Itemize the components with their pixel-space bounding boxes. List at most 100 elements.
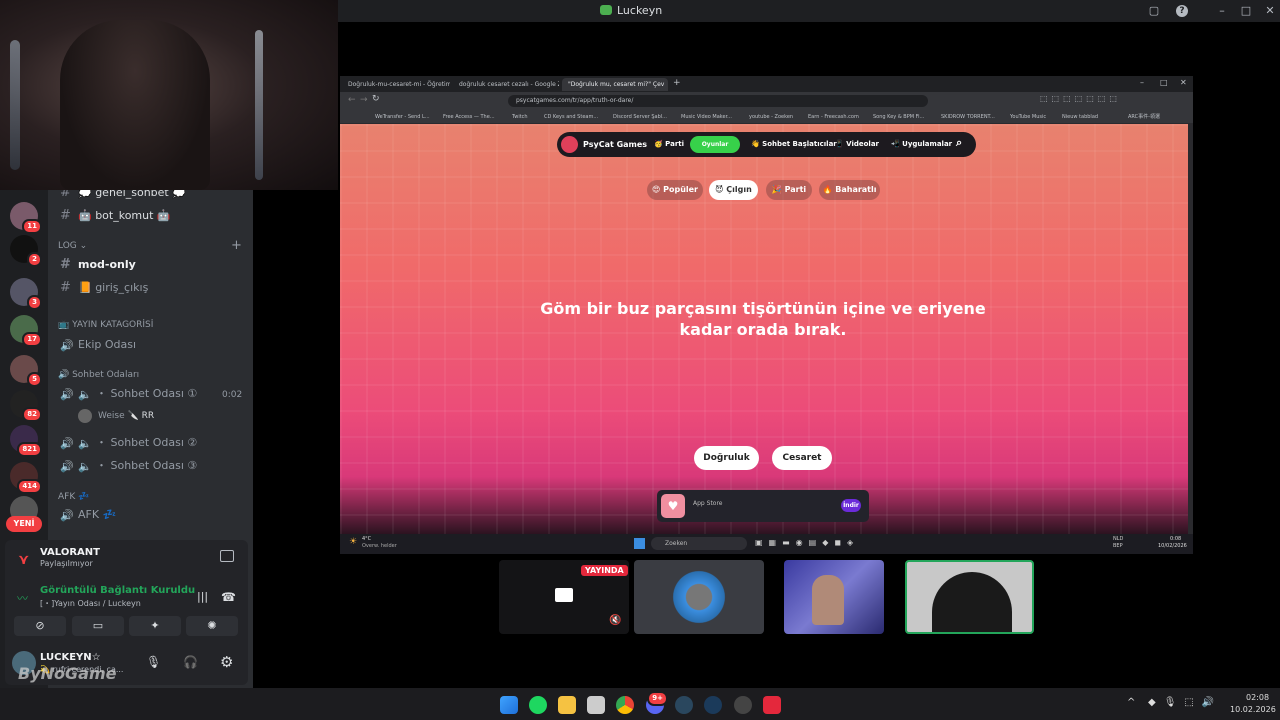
bookmark[interactable]: SKIDROW TORRENT... [941,110,995,124]
bookmark[interactable]: Earn - Freecash.com [808,110,859,124]
chip-populer[interactable]: 😍 Popüler [647,180,703,200]
category-sohbet[interactable]: 🔊 Sohbet Odaları [58,370,139,380]
activities-button[interactable]: ✦ [129,616,181,636]
browser-tab-active[interactable]: "Doğruluk mu, cesaret mi?" Çev [562,78,668,91]
headphones-icon[interactable]: 🎧 [183,655,198,669]
minimize-button[interactable]: – [1214,3,1230,19]
store-icon[interactable] [587,696,605,714]
chip-parti[interactable]: 🎉 Parti [766,180,812,200]
bookmark[interactable]: youtube - Zoeken [749,110,793,124]
nav-videolar[interactable]: 📱 Videolar [835,138,879,151]
camera-off-button[interactable]: ⊘ [14,616,66,636]
stream-tile-camera[interactable] [784,560,884,634]
windows-start-icon[interactable] [500,696,518,714]
minimize-icon[interactable]: – [1140,78,1144,87]
bookmark[interactable]: YouTube Music [1010,110,1046,124]
channel-bot-komut[interactable]: # 🤖 bot_komut 🤖 [60,206,171,226]
bookmark[interactable]: Song Key & BPM Fi... [873,110,924,124]
brand-name[interactable]: PsyCat Games [583,138,647,151]
dare-button[interactable]: Cesaret [772,446,832,470]
bookmark[interactable]: Twitch [512,110,528,124]
forward-icon[interactable]: → [360,95,368,105]
add-channel-icon[interactable]: + [231,238,242,253]
voice-channel-sohbet-2[interactable]: 🔊 🔈 ・ Sohbet Odası ② [60,433,197,453]
server-icon[interactable]: 414 [10,462,42,494]
discord-icon[interactable]: 9+ [646,691,668,714]
voice-channel-ekip[interactable]: 🔊 Ekip Odası [60,335,136,355]
stream-tile-avatar[interactable] [634,560,764,634]
valorant-icon[interactable] [763,696,781,714]
mute-icon[interactable]: 🔇 [609,615,621,626]
noise-suppression-icon[interactable]: ||| [197,590,208,603]
tray-icons[interactable]: ◆🎙⬚🔊 [1148,697,1222,708]
new-tab-icon[interactable]: + [673,78,681,88]
windows-start-icon[interactable] [634,538,645,549]
spotify-icon[interactable] [529,696,547,714]
bookmark[interactable]: Nieuw tabblad [1062,110,1098,124]
microphone-icon[interactable]: 🎙 [146,655,161,669]
stream-tile-screen[interactable]: YAYINDA 🔇 [499,560,629,634]
bookmark[interactable]: Music Video Maker... [681,110,732,124]
new-badge[interactable]: YENİ [6,516,42,532]
maximize-button[interactable]: □ [1238,3,1254,19]
share-screen-icon[interactable] [220,550,234,562]
close-button[interactable]: ✕ [1262,3,1278,19]
screen-share-button[interactable]: ▭ [72,616,124,636]
clock-time[interactable]: 02:08 [1246,693,1269,702]
nav-sohbet[interactable]: 👋 Sohbet Başlatıcılar [751,138,837,151]
tray-chevron-icon[interactable]: ^ [1127,697,1135,708]
stream-tile-speaking[interactable] [905,560,1034,634]
category-yayin[interactable]: 📺 YAYIN KATAGORİSİ [58,320,153,330]
truth-button[interactable]: Doğruluk [694,446,759,470]
bookmark[interactable]: Discord Server Şabl... [613,110,667,124]
extension-icons[interactable]: ⬚⬚⬚⬚⬚⬚⬚ [1040,94,1121,103]
chip-baharatli[interactable]: 🔥 Baharatlı [819,180,880,200]
bookmark[interactable]: WeTransfer - Send L... [375,110,430,124]
reload-icon[interactable]: ↻ [372,94,380,104]
server-icon[interactable]: 82 [10,390,42,422]
download-button[interactable]: İndir [841,499,861,512]
disconnect-icon[interactable]: ☎ [221,590,236,604]
bookmark[interactable]: CD Keys and Steam... [544,110,598,124]
browser-tab[interactable]: doğruluk cesaret cezalı - Google Za [453,78,559,91]
pinned-app-icons[interactable]: ▣▦▬◉▤◆◼◈ [755,538,859,547]
voice-channel-sohbet-1[interactable]: 🔊 🔈 ・ Sohbet Odası ① [60,384,197,404]
steam-alt-icon[interactable] [704,696,722,714]
nav-oyunlar[interactable]: Oyunlar [690,136,740,153]
category-afk[interactable]: AFK 💤 [58,492,89,502]
search-box[interactable]: Zoeken [651,537,747,550]
server-icon[interactable]: 5 [10,355,42,387]
server-icon[interactable]: 2 [10,235,42,267]
chip-cilgin[interactable]: 😈 Çılgın [709,180,758,200]
settings-gear-icon[interactable]: ⚙ [220,653,233,671]
nav-parti[interactable]: 🥳 Parti [654,138,684,151]
nav-uygulamalar[interactable]: 📲 Uygulamalar [891,138,952,151]
category-log[interactable]: LOG ⌄ [58,241,87,251]
maximize-icon[interactable]: □ [1160,78,1168,87]
url-input[interactable]: psycatgames.com/tr/app/truth-or-dare/ [508,95,928,107]
server-icon[interactable]: 3 [10,278,42,310]
close-icon[interactable]: ✕ [1180,78,1187,87]
app-icon[interactable] [734,696,752,714]
back-icon[interactable]: ← [348,95,356,105]
bookmark[interactable]: Free Access — The... [443,110,495,124]
bookmark[interactable]: ARC事件-領選 [1128,110,1160,124]
voice-channel-sohbet-3[interactable]: 🔊 🔈 ・ Sohbet Odası ③ [60,456,197,476]
browser-tab[interactable]: Doğruluk-mu-cesaret-mi - Öğretim [342,78,450,91]
scrollbar[interactable] [1188,124,1193,534]
server-icon[interactable]: 11 [10,202,42,234]
help-icon[interactable]: ? [1176,5,1188,17]
connection-channel[interactable]: [・]Yayın Odası / Luckeyn [40,598,141,609]
file-explorer-icon[interactable] [558,696,576,714]
channel-giris-cikis[interactable]: # 📙 giriş_çıkış [60,278,148,298]
voice-member-name[interactable]: Weise 🔪 RR [98,411,154,421]
search-icon[interactable]: ⌕ [956,136,962,149]
server-icon[interactable]: 17 [10,315,42,347]
channel-mod-only[interactable]: # mod-only [60,255,136,275]
language-indicator[interactable]: NLD [1113,536,1123,542]
inbox-icon[interactable]: ▢ [1146,3,1162,19]
soundboard-button[interactable]: ✺ [186,616,238,636]
voice-channel-afk[interactable]: 🔊 AFK 💤 [60,505,116,525]
server-icon[interactable]: 821 [10,425,42,457]
chrome-icon[interactable] [616,696,634,714]
